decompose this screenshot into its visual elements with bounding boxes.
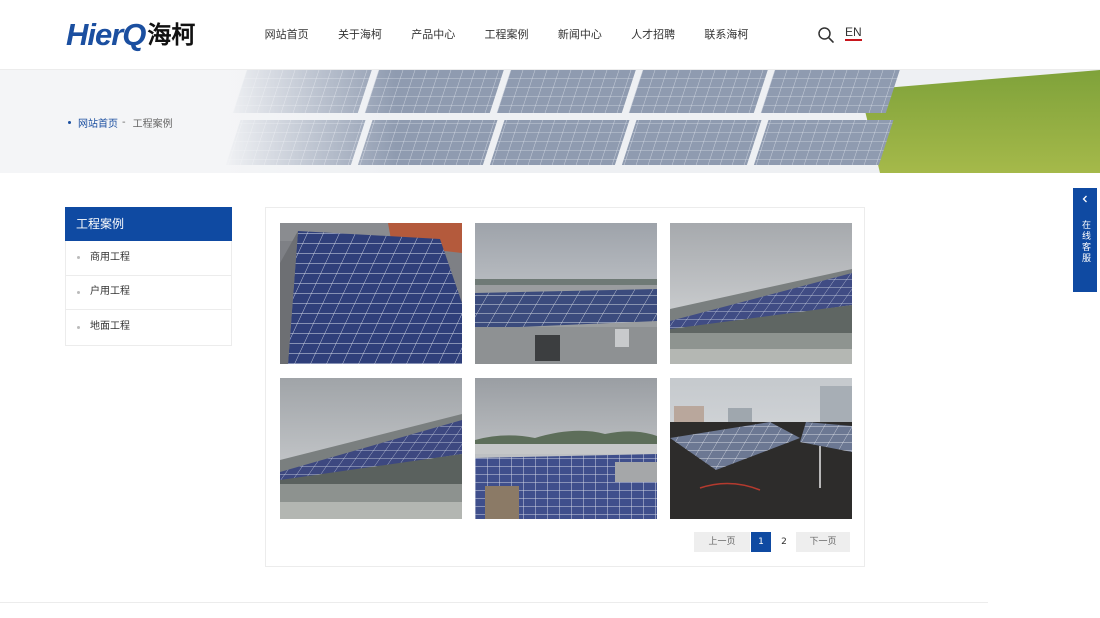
prev-page-button[interactable]: 上一页: [694, 532, 750, 552]
breadcrumb-dot-icon: [68, 121, 71, 124]
chevron-left-icon: [1082, 195, 1087, 203]
case-thumbnail[interactable]: [670, 223, 852, 364]
nav-item-about[interactable]: 关于海柯: [323, 0, 396, 70]
breadcrumb-current: 工程案例: [132, 119, 173, 130]
solar-photo: [475, 378, 657, 519]
case-thumbnail[interactable]: [670, 378, 852, 519]
solar-photo: [670, 378, 852, 519]
pagination: 上一页 1 2 下一页: [694, 532, 850, 552]
case-thumbnail[interactable]: [280, 378, 462, 519]
solar-photo: [280, 223, 462, 364]
nav-item-careers[interactable]: 人才招聘: [616, 0, 689, 70]
nav-item-home[interactable]: 网站首页: [250, 0, 323, 70]
case-thumbnail[interactable]: [280, 223, 462, 364]
breadcrumb-separator: -: [122, 117, 126, 128]
breadcrumb: 网站首页 - 工程案例: [68, 115, 173, 130]
sidebar-item-label: 户用工程: [90, 286, 130, 298]
nav-item-cases[interactable]: 工程案例: [470, 0, 543, 70]
footer-divider: [0, 602, 988, 603]
breadcrumb-home-link[interactable]: 网站首页: [78, 115, 118, 130]
bullet-icon: [77, 290, 80, 294]
sidebar-list: 商用工程 户用工程 地面工程: [65, 241, 232, 346]
sidebar-title: 工程案例: [65, 207, 232, 241]
sidebar-item-residential[interactable]: 户用工程: [66, 276, 231, 311]
bullet-icon: [77, 325, 80, 329]
online-service-label: 在线客服: [1080, 220, 1090, 264]
site-header: HierQ 海柯 网站首页 关于海柯 产品中心 工程案例 新闻中心 人才招聘 联…: [0, 0, 1100, 70]
next-page-button[interactable]: 下一页: [796, 532, 850, 552]
solar-photo: [475, 223, 657, 364]
solar-photo: [280, 378, 462, 519]
online-service-tab[interactable]: 在线客服: [1073, 188, 1097, 292]
main-nav: 网站首页 关于海柯 产品中心 工程案例 新闻中心 人才招聘 联系海柯: [250, 0, 763, 70]
page-2-button[interactable]: 2: [774, 532, 794, 552]
search-icon[interactable]: [817, 26, 835, 44]
sidebar-item-label: 地面工程: [90, 321, 130, 333]
sidebar-item-commercial[interactable]: 商用工程: [66, 241, 231, 276]
sidebar: 工程案例 商用工程 户用工程 地面工程: [65, 207, 232, 346]
nav-item-products[interactable]: 产品中心: [397, 0, 470, 70]
logo[interactable]: HierQ 海柯: [66, 19, 195, 51]
language-switch-en[interactable]: EN: [845, 25, 862, 41]
case-thumbnail[interactable]: [475, 378, 657, 519]
logo-chinese-text: 海柯: [147, 21, 196, 49]
page-1-button[interactable]: 1: [751, 532, 771, 552]
case-gallery-panel: 上一页 1 2 下一页: [265, 207, 865, 567]
logo-latin-text: HierQ: [66, 17, 146, 52]
case-thumbnail[interactable]: [475, 223, 657, 364]
nav-item-contact[interactable]: 联系海柯: [690, 0, 763, 70]
nav-item-news[interactable]: 新闻中心: [543, 0, 616, 70]
sidebar-item-label: 商用工程: [90, 251, 130, 263]
case-gallery-grid: [280, 223, 852, 519]
sidebar-item-ground[interactable]: 地面工程: [66, 310, 231, 345]
bullet-icon: [77, 256, 80, 260]
solar-photo: [670, 223, 852, 364]
